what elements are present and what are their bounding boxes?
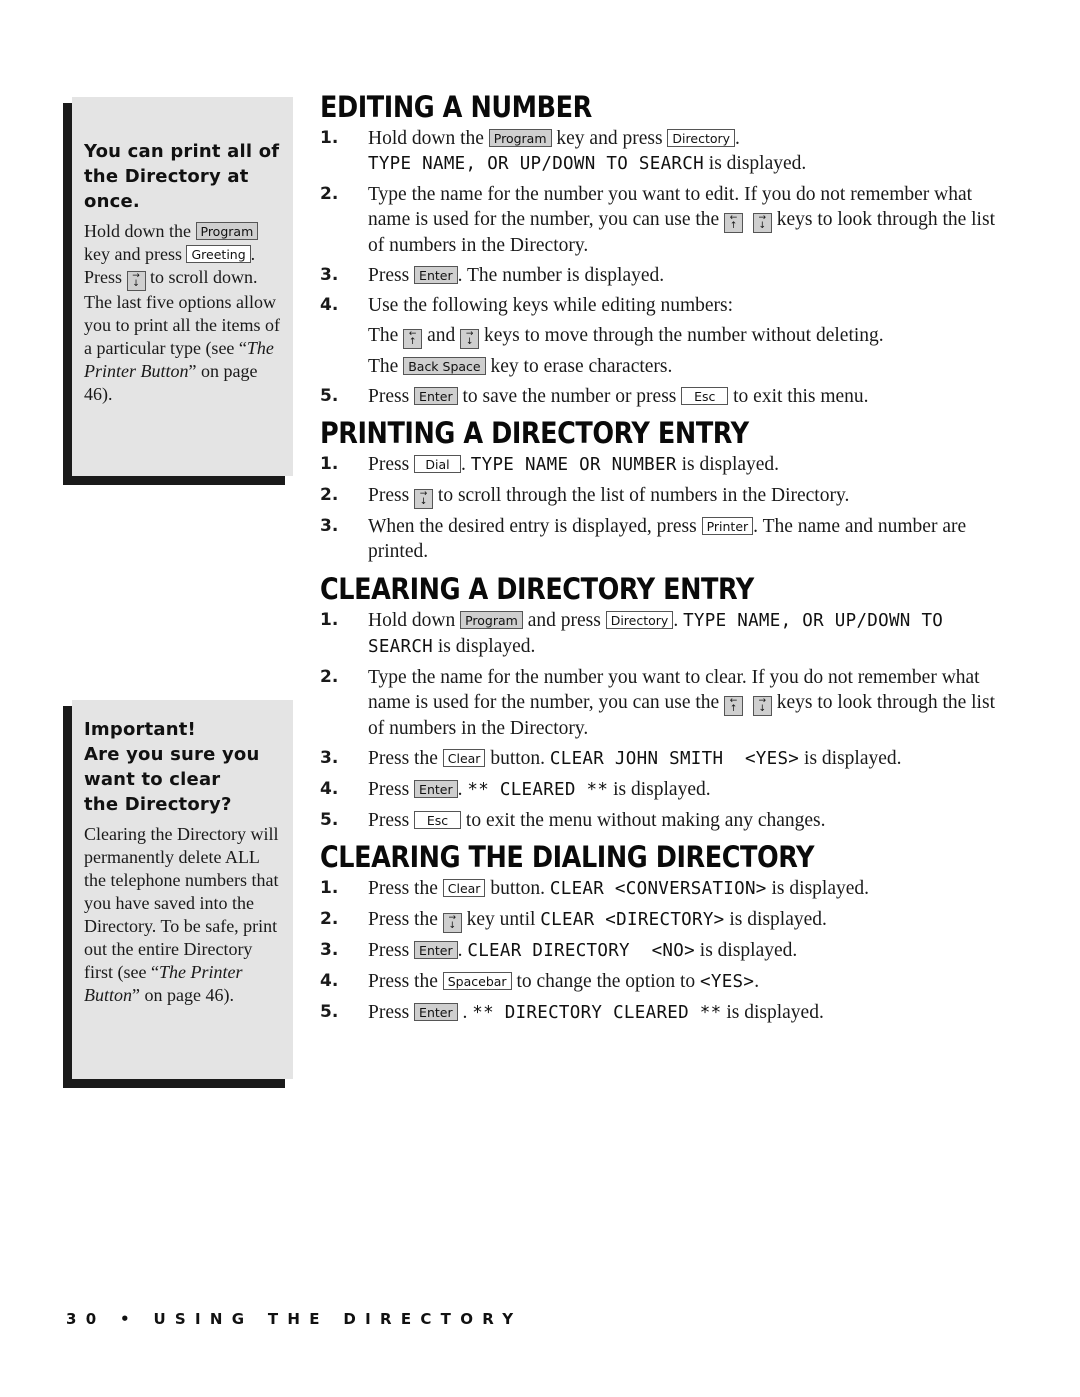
section-editing-a-number: EDITING A NUMBER 1. Hold down the Progra…: [320, 88, 1000, 409]
down-arrow-key-icon: → ↓: [460, 329, 480, 349]
back-space-key: Back Space: [403, 357, 486, 375]
step: 4. Use the following keys while editing …: [320, 295, 884, 377]
steps-list: 1. Press the Clear button. CLEAR <CONVER…: [320, 876, 1000, 1026]
step: 3. Press the Clear button. CLEAR JOHN SM…: [320, 748, 902, 769]
down-arrow-key-icon: → ↓: [126, 271, 146, 291]
warning-box-panel: Important! Are you sure you want to clea…: [72, 700, 293, 1079]
warning-box-shadow: [63, 706, 72, 1088]
lcd-message: <YES>: [700, 972, 755, 992]
step: 5. Press Enter . ** DIRECTORY CLEARED **…: [320, 1002, 824, 1023]
step: 3. When the desired entry is displayed, …: [320, 516, 967, 562]
steps-list: 1. Hold down Program and press Directory…: [320, 608, 1000, 833]
esc-key: Esc: [414, 811, 462, 829]
section-clearing-the-dialing-directory: CLEARING THE DIALING DIRECTORY 1. Press …: [320, 838, 1000, 1026]
tip-box-shadow-bottom: [63, 476, 285, 485]
tip-box-panel: You can print all of the Directory at on…: [72, 97, 293, 476]
program-key: Program: [460, 611, 523, 629]
dial-key: Dial: [414, 455, 462, 473]
lcd-message: CLEAR <DIRECTORY>: [540, 910, 725, 930]
directory-key: Directory: [605, 611, 674, 629]
bullet-separator-icon: •: [120, 1310, 139, 1328]
section-title: PRINTING A DIRECTORY ENTRY: [320, 416, 749, 450]
warning-heading: Important! Are you sure you want to clea…: [84, 719, 260, 815]
tip-box: You can print all of the Directory at on…: [63, 97, 293, 485]
up-arrow-key-icon: ← ↑: [724, 696, 744, 716]
down-arrow-key-icon: → ↓: [414, 489, 434, 509]
warning-box-shadow-bottom: [63, 1079, 285, 1088]
lcd-message: TYPE NAME, OR UP/DOWN TO SEARCH: [368, 154, 704, 174]
spacebar-key: Spacebar: [442, 972, 512, 990]
step: 1. Press the Clear button. CLEAR <CONVER…: [320, 878, 870, 899]
step: 2. Type the name for the number you want…: [320, 184, 995, 256]
section-title: EDITING A NUMBER: [320, 90, 592, 124]
step: 4. Press Enter. ** CLEARED ** is display…: [320, 779, 711, 800]
step: 1. Hold down Program and press Directory…: [320, 610, 944, 657]
enter-key: Enter: [414, 941, 458, 959]
down-arrow-key-icon: → ↓: [752, 213, 772, 233]
step: 3. Press Enter. CLEAR DIRECTORY <NO> is …: [320, 940, 798, 961]
down-arrow-key-icon: → ↓: [442, 913, 462, 933]
page-number: 30: [66, 1310, 106, 1328]
step: 1. Hold down the Program key and press D…: [320, 128, 807, 174]
section-printing-a-directory-entry: PRINTING A DIRECTORY ENTRY 1. Press Dial…: [320, 414, 1000, 564]
lcd-message: CLEAR DIRECTORY <NO>: [467, 941, 695, 961]
printer-key: Printer: [701, 517, 754, 535]
enter-key: Enter: [414, 387, 458, 405]
down-arrow-key-icon: → ↓: [752, 696, 772, 716]
tip-body: Hold down the Program key and press Gree…: [84, 221, 280, 404]
lcd-message: ** DIRECTORY CLEARED **: [472, 1003, 722, 1023]
section-clearing-a-directory-entry: CLEARING A DIRECTORY ENTRY 1. Hold down …: [320, 570, 1000, 833]
program-key: Program: [488, 129, 552, 147]
program-key: Program: [195, 222, 259, 240]
enter-key: Enter: [414, 266, 458, 284]
clear-key: Clear: [442, 749, 486, 767]
steps-list: 1. Press Dial. TYPE NAME OR NUMBER is di…: [320, 452, 1000, 564]
enter-key: Enter: [414, 1003, 458, 1021]
page-footer: 30 • USING THE DIRECTORY: [66, 1310, 522, 1328]
directory-key: Directory: [667, 129, 736, 147]
esc-key: Esc: [681, 387, 729, 405]
greeting-key: Greeting: [186, 245, 251, 263]
warning-body: Clearing the Directory will permanently …: [84, 824, 279, 1005]
lcd-message: CLEAR <CONVERSATION>: [549, 879, 767, 899]
step: 3. Press Enter. The number is displayed.: [320, 265, 665, 286]
step: 5. Press Enter to save the number or pre…: [320, 386, 869, 407]
step: 4. Press the Spacebar to change the opti…: [320, 971, 760, 992]
tip-box-shadow: [63, 103, 72, 485]
enter-key: Enter: [414, 780, 458, 798]
chapter-title: USING THE DIRECTORY: [153, 1310, 523, 1328]
step: 1. Press Dial. TYPE NAME OR NUMBER is di…: [320, 454, 780, 475]
step: 2. Type the name for the number you want…: [320, 667, 995, 739]
clear-key: Clear: [442, 879, 486, 897]
up-arrow-key-icon: ← ↑: [724, 213, 744, 233]
steps-list: 1. Hold down the Program key and press D…: [320, 126, 1000, 409]
up-arrow-key-icon: ← ↑: [403, 329, 423, 349]
main-content: EDITING A NUMBER 1. Hold down the Progra…: [320, 88, 1000, 1031]
step: 2. Press → ↓ to scroll through the list o…: [320, 485, 850, 509]
lcd-message: ** CLEARED **: [467, 780, 609, 800]
lcd-message: TYPE NAME OR NUMBER: [470, 455, 677, 475]
lcd-message: CLEAR JOHN SMITH <YES>: [549, 749, 800, 769]
step: 2. Press the → ↓ key until CLEAR <DIRECTO…: [320, 909, 827, 933]
warning-box: Important! Are you sure you want to clea…: [63, 700, 293, 1088]
tip-heading: You can print all of the Directory at on…: [84, 141, 280, 212]
section-title: CLEARING A DIRECTORY ENTRY: [320, 572, 754, 606]
section-title: CLEARING THE DIALING DIRECTORY: [320, 840, 815, 874]
step: 5. Press Esc to exit the menu without ma…: [320, 810, 826, 831]
